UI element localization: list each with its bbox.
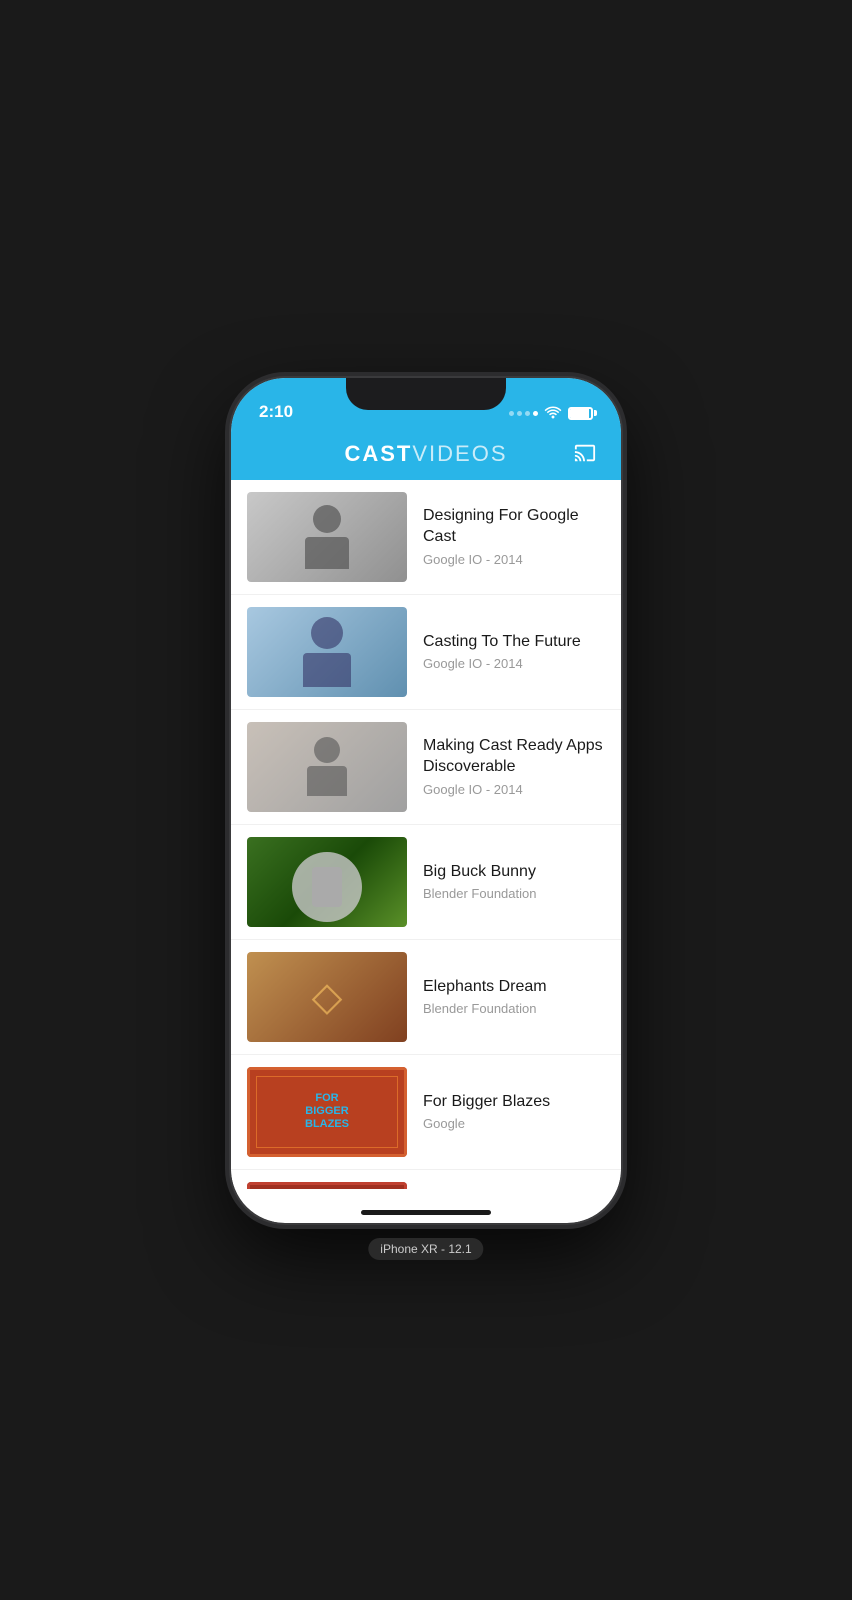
home-indicator [361,1210,491,1215]
device-label: iPhone XR - 12.1 [368,1238,483,1260]
status-icons [509,405,597,422]
video-list-item[interactable]: ◇ Elephants Dream Blender Foundation [231,940,621,1055]
video-info: Making Cast Ready Apps Discoverable Goog… [423,736,605,797]
video-list-item[interactable]: Designing For Google Cast Google IO - 20… [231,480,621,595]
signal-dot [517,411,522,416]
phone-wrapper: 2:10 [216,370,636,1230]
signal-dot [525,411,530,416]
phone-screen: 2:10 [231,378,621,1223]
video-title: Making Cast Ready Apps Discoverable [423,736,605,778]
video-thumbnail [247,837,407,927]
video-title: Big Buck Bunny [423,862,605,883]
phone-frame: 2:10 [231,378,621,1223]
video-list-item[interactable]: Making Cast Ready Apps Discoverable Goog… [231,710,621,825]
video-subtitle: Google IO - 2014 [423,656,605,671]
notch [346,378,506,410]
video-subtitle: Blender Foundation [423,886,605,901]
navigation-bar: CAST VIDEOS [231,428,621,480]
app-title-videos: VIDEOS [412,441,507,467]
video-list-item[interactable]: FORBIGGERESCAPES For Bigger Escape Googl… [231,1170,621,1189]
app-title-cast: CAST [344,441,412,467]
video-info: Big Buck Bunny Blender Foundation [423,862,605,902]
signal-dot [533,411,538,416]
video-thumbnail: ◇ [247,952,407,1042]
battery-icon [568,407,597,420]
cast-button[interactable] [571,442,601,466]
video-subtitle: Blender Foundation [423,1001,605,1016]
signal-icon [509,411,538,416]
video-thumbnail [247,492,407,582]
video-list-item[interactable]: Casting To The Future Google IO - 2014 [231,595,621,710]
signal-dot [509,411,514,416]
video-info: Elephants Dream Blender Foundation [423,977,605,1017]
video-info: Casting To The Future Google IO - 2014 [423,632,605,672]
video-thumbnail: FORBIGGERESCAPES [247,1182,407,1189]
video-list-item[interactable]: FORBIGGERBLAZES For Bigger Blazes Google [231,1055,621,1170]
video-title: Elephants Dream [423,977,605,998]
video-list[interactable]: Designing For Google Cast Google IO - 20… [231,480,621,1189]
video-info: Designing For Google Cast Google IO - 20… [423,506,605,567]
video-list-item[interactable]: Big Buck Bunny Blender Foundation [231,825,621,940]
video-title: Casting To The Future [423,632,605,653]
video-subtitle: Google IO - 2014 [423,552,605,567]
video-thumbnail: FORBIGGERBLAZES [247,1067,407,1157]
app-title: CAST VIDEOS [344,441,507,467]
status-time: 2:10 [255,402,293,422]
video-info: For Bigger Blazes Google [423,1092,605,1132]
video-title: For Bigger Blazes [423,1092,605,1113]
wifi-icon [544,405,562,422]
video-thumbnail [247,607,407,697]
video-subtitle: Google [423,1116,605,1131]
video-title: Designing For Google Cast [423,506,605,548]
video-thumbnail [247,722,407,812]
video-subtitle: Google IO - 2014 [423,782,605,797]
